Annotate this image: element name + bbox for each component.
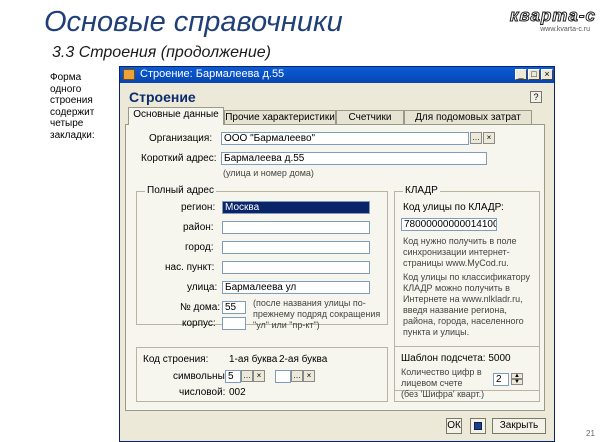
korpus-field[interactable] bbox=[222, 317, 246, 330]
kladr-note-classifier: Код улицы по классификатору КЛАДР можно … bbox=[403, 272, 531, 337]
numeric-label: числовой: bbox=[179, 387, 226, 398]
org-label: Организация: bbox=[149, 133, 213, 144]
settlement-field[interactable] bbox=[222, 261, 370, 274]
tab-other-characteristics[interactable]: Прочие характеристики bbox=[224, 110, 336, 124]
close-window-button[interactable]: × bbox=[541, 69, 553, 80]
save-icon bbox=[474, 422, 482, 430]
numeric-value: 002 bbox=[229, 387, 246, 398]
digits-count-note: (без 'Шифра' кварт.) bbox=[401, 389, 485, 399]
kladr-code-label: Код улицы по КЛАДР: bbox=[403, 202, 504, 213]
second-letter-header: 2-ая буква bbox=[279, 354, 328, 365]
org-clear-icon[interactable]: × bbox=[483, 132, 495, 144]
kladr-code-field[interactable]: 780000000000141000 bbox=[401, 218, 497, 231]
house-number-label: № дома: bbox=[180, 302, 221, 313]
symbolic-first-field[interactable]: 5 bbox=[225, 370, 241, 383]
city-label: город: bbox=[185, 242, 214, 253]
org-field[interactable]: ООО "Бармалеево" bbox=[221, 132, 469, 145]
minimize-button[interactable]: _ bbox=[515, 69, 527, 80]
full-address-legend: Полный адрес bbox=[145, 185, 216, 196]
korpus-label: корпус: bbox=[182, 318, 216, 329]
logo-brand: кварта-с bbox=[509, 6, 596, 26]
side-note: Форма одного строения содержит четыре за… bbox=[50, 72, 95, 141]
short-address-field[interactable]: Бармалеева д.55 bbox=[221, 152, 487, 165]
symbolic-first-clear-icon[interactable]: × bbox=[253, 370, 265, 382]
digits-count-field[interactable]: 2 bbox=[493, 373, 509, 386]
counters-group: Шаблон подсчета: 5000 Количество цифр в … bbox=[394, 346, 540, 402]
tab-meters[interactable]: Счетчики bbox=[336, 110, 404, 124]
window-app-icon bbox=[123, 69, 135, 80]
org-select-icon[interactable]: … bbox=[470, 132, 482, 144]
save-button[interactable] bbox=[470, 418, 486, 434]
symbolic-second-field[interactable] bbox=[275, 370, 291, 383]
street-field[interactable]: Бармалеева ул bbox=[222, 281, 370, 294]
close-button[interactable]: Закрыть bbox=[492, 418, 546, 434]
ok-button[interactable]: ОК bbox=[446, 418, 462, 434]
maximize-button[interactable]: □ bbox=[528, 69, 540, 80]
district-field[interactable] bbox=[222, 221, 370, 234]
building-code-label: Код строения: bbox=[143, 354, 209, 365]
digits-count-label: Количество цифр в лицевом счете bbox=[401, 367, 482, 388]
slide-title: Основые справочники bbox=[44, 6, 343, 38]
building-code-group: Код строения: 1-ая буква 2-ая буква симв… bbox=[136, 347, 388, 402]
logo-site: www.kvarta-c.ru bbox=[540, 26, 590, 33]
template-label: Шаблон подсчета: 5000 bbox=[401, 353, 511, 364]
full-address-group: Полный адрес регион: Москва район: город… bbox=[136, 185, 388, 330]
slide-subtitle: 3.3 Строения (продолжение) bbox=[52, 44, 271, 61]
house-number-hint: (после названия улицы по-прежнему подряд… bbox=[253, 298, 381, 330]
logo: кварта-с www.kvarta-c.ru bbox=[498, 6, 596, 36]
spin-down-icon[interactable]: ▼ bbox=[511, 379, 523, 385]
kladr-note-sync: Код нужно получить в поле синхронизации … bbox=[403, 236, 517, 268]
house-number-field[interactable]: 55 bbox=[222, 301, 246, 314]
help-icon[interactable]: ? bbox=[530, 91, 542, 103]
region-field[interactable]: Москва bbox=[222, 201, 370, 214]
short-address-hint: (улица и номер дома) bbox=[223, 168, 314, 178]
short-address-label: Короткий адрес: bbox=[141, 153, 217, 164]
window-title: Строение: Бармалеева д.55 bbox=[140, 68, 285, 80]
tab-main-data[interactable]: Основные данные bbox=[128, 107, 224, 125]
city-field[interactable] bbox=[222, 241, 370, 254]
region-label: регион: bbox=[181, 202, 216, 213]
symbolic-second-clear-icon[interactable]: × bbox=[303, 370, 315, 382]
slide-number: 21 bbox=[586, 429, 595, 438]
form-heading: Строение bbox=[129, 89, 196, 105]
tab-house-expenses[interactable]: Для подомовых затрат bbox=[404, 110, 532, 124]
street-label: улица: bbox=[187, 282, 218, 293]
kladr-legend: КЛАДР bbox=[403, 185, 440, 196]
settlement-label: нас. пункт: bbox=[165, 262, 215, 273]
symbolic-first-select-icon[interactable]: … bbox=[241, 370, 253, 382]
district-label: район: bbox=[183, 222, 214, 233]
symbolic-second-select-icon[interactable]: … bbox=[291, 370, 303, 382]
window-titlebar: Строение: Бармалеева д.55 _ □ × bbox=[120, 67, 554, 83]
first-letter-header: 1-ая буква bbox=[229, 354, 278, 365]
building-form-window: Строение: Бармалеева д.55 _ □ × Строение… bbox=[119, 66, 555, 442]
